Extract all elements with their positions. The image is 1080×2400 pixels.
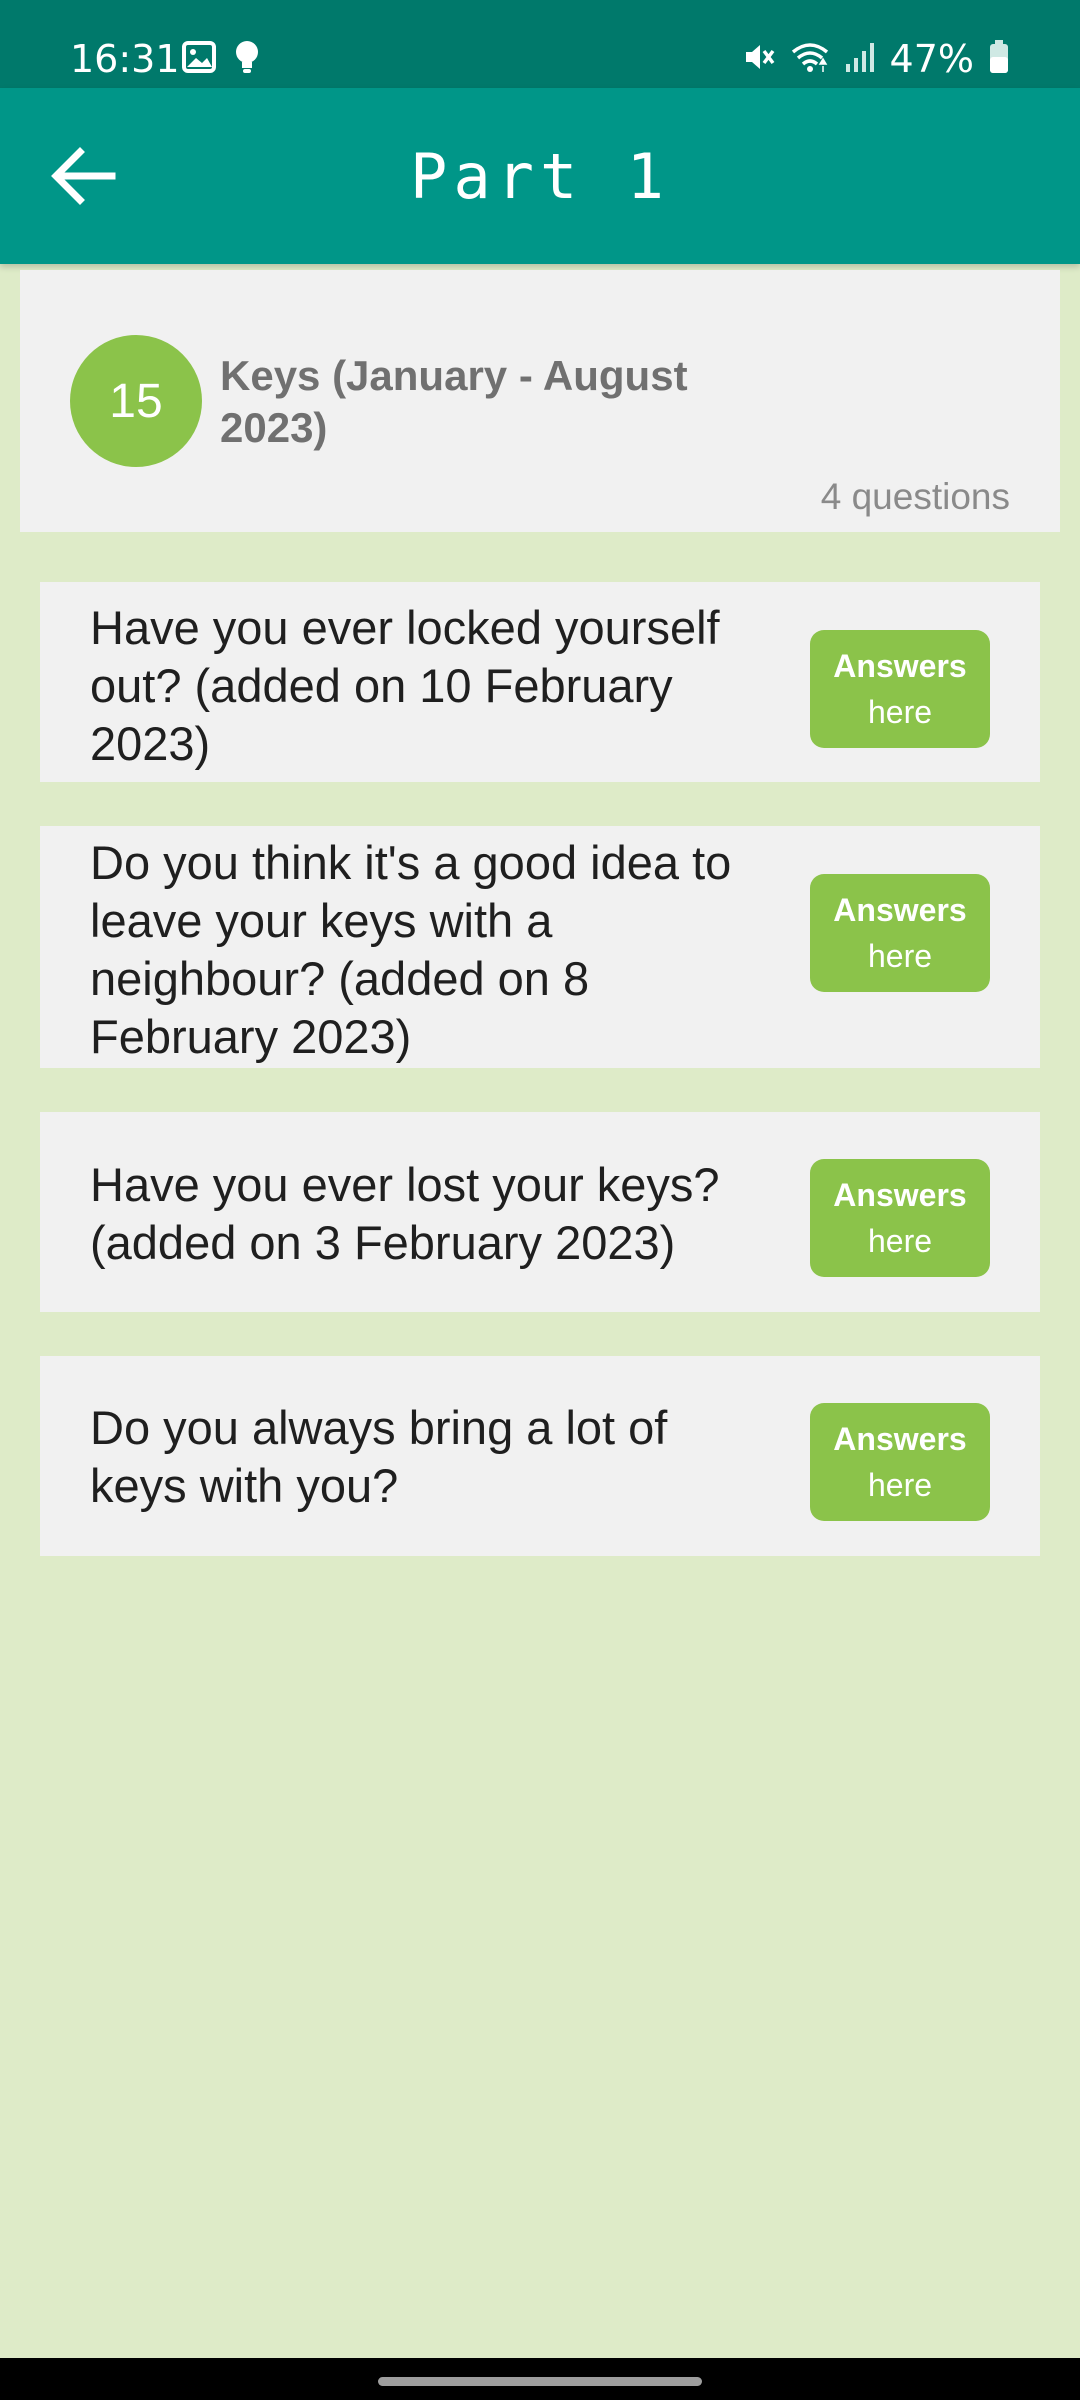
signal-icon [844,40,876,79]
answers-button[interactable]: Answers here [810,1403,990,1521]
topic-number-badge: 15 [70,335,202,467]
battery-icon [988,39,1010,80]
topic-title: Keys (January - August 2023) [220,352,688,451]
answers-button[interactable]: Answers here [810,630,990,748]
question-text: Have you ever locked yourself out? (adde… [90,601,720,770]
answers-button-sublabel: here [867,694,933,730]
image-icon [182,41,216,78]
answers-button-sublabel: here [867,938,933,974]
answers-button[interactable]: Answers here [810,874,990,992]
topic-header-card: 15 Keys (January - August 2023) 4 questi… [20,270,1060,532]
status-left-icons [182,40,260,79]
answers-button-label: Answers [833,1177,967,1213]
question-card[interactable]: Have you ever lost your keys? (added on … [40,1112,1040,1312]
status-time: 16:31 [70,37,180,81]
question-text: Have you ever lost your keys? (added on … [90,1158,720,1269]
question-card[interactable]: Have you ever locked yourself out? (adde… [40,582,1040,782]
lightbulb-icon [234,40,260,79]
answers-button-sublabel: here [867,1467,933,1503]
battery-percent: 47% [889,37,974,81]
home-gesture-handle[interactable] [378,2377,702,2386]
question-card[interactable]: Do you think it's a good idea to leave y… [40,826,1040,1068]
question-card[interactable]: Do you always bring a lot of keys with y… [40,1356,1040,1556]
answers-button-label: Answers [833,892,967,928]
question-text: Do you always bring a lot of keys with y… [90,1401,668,1512]
answers-button-label: Answers [833,648,967,684]
page-title: Part 1 [410,140,670,213]
status-bar: 16:31 47% [0,0,1080,88]
wifi-icon [790,40,830,79]
app-bar: Part 1 [0,88,1080,264]
status-right: 47% [742,36,1010,82]
answers-button[interactable]: Answers here [810,1159,990,1277]
answers-button-sublabel: here [867,1223,933,1259]
question-text: Do you think it's a good idea to leave y… [90,836,732,1063]
question-count: 4 questions [820,476,1010,517]
system-nav-bar [0,2358,1080,2400]
answers-button-label: Answers [833,1421,967,1457]
mute-icon [742,40,776,79]
